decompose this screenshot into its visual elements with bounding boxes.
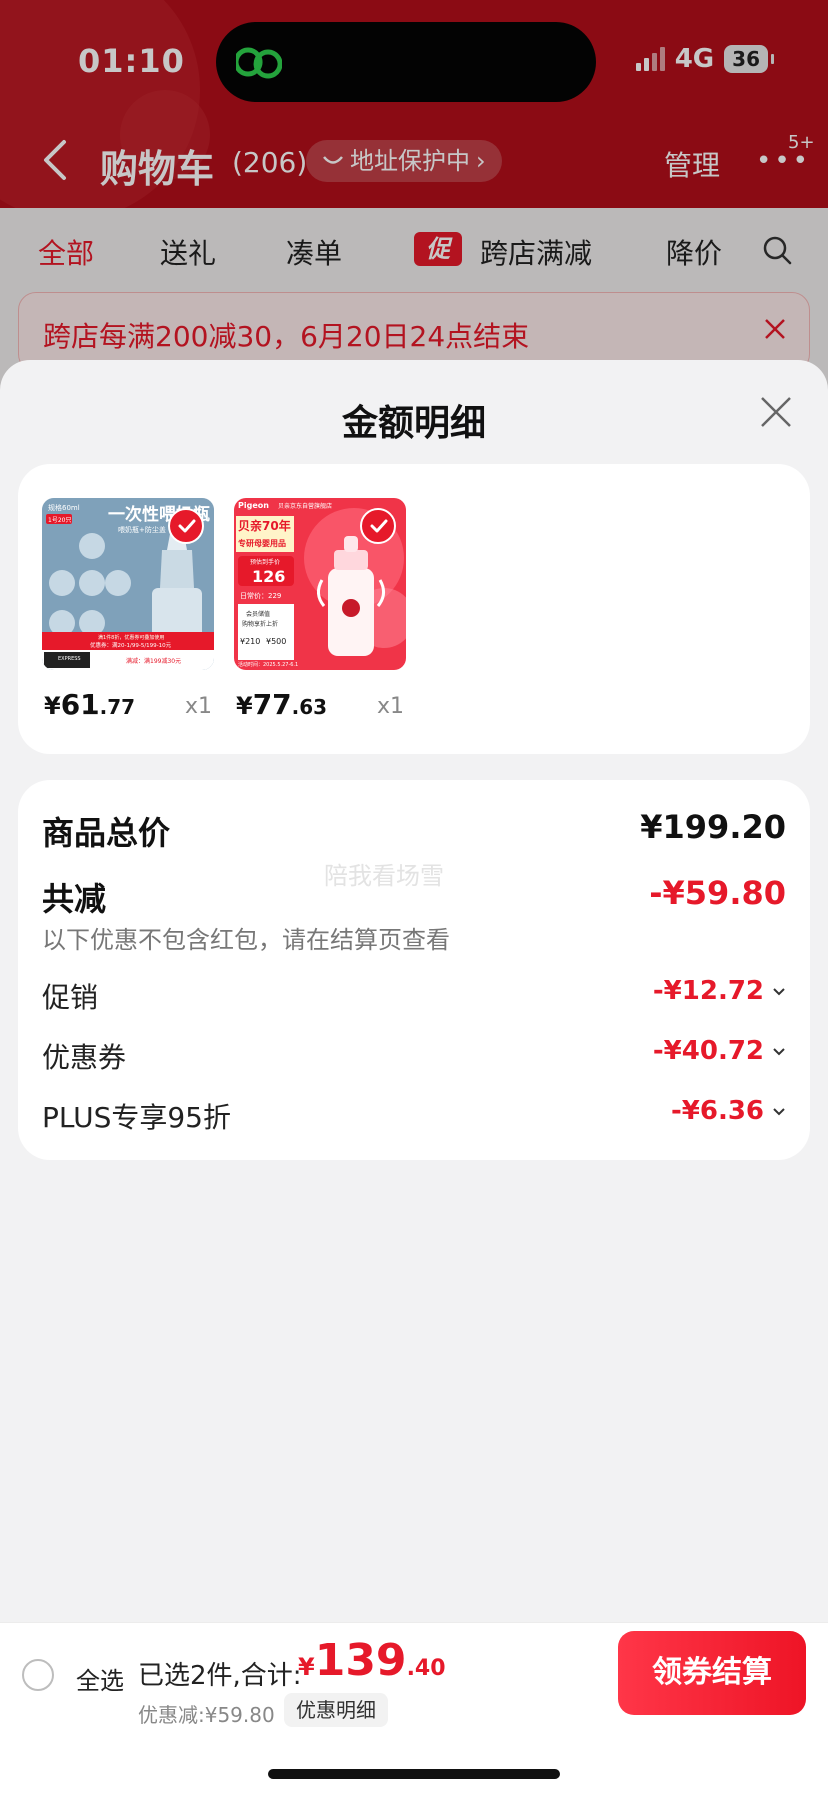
image-text: ¥500 [266, 637, 286, 646]
checkout-button[interactable]: 领券结算 [618, 1631, 806, 1715]
total-amount: ¥139.40 [298, 1635, 446, 1686]
image-promo: 满1件8折，优惠券可叠加使用 [98, 634, 164, 641]
total-decimal: .40 [406, 1656, 446, 1681]
image-text: 规格60ml [48, 503, 80, 512]
total-value: ¥199.20 [640, 808, 786, 846]
chevron-down-icon[interactable] [772, 987, 786, 996]
image-text: 预估到手价 [250, 558, 280, 566]
select-all-checkbox[interactable] [22, 1659, 54, 1691]
discount-label: PLUS专享95折 [42, 1101, 231, 1134]
image-text: 喂奶瓶+防尘盖 [118, 525, 166, 534]
home-indicator[interactable] [268, 1769, 560, 1779]
product-image[interactable]: Pigeon 贝亲京东自营旗舰店 贝亲70年 专研母婴用品 预估到手价 126 … [234, 498, 406, 670]
discount-row-promo[interactable]: 促销 -¥12.72 [42, 976, 786, 1016]
product-item[interactable]: 规格60ml 1号20只 一次性喂奶瓶 喂奶瓶+防尘盖 满1件8折，优惠券可叠加… [42, 498, 214, 721]
image-text: 专研母婴用品 [238, 538, 286, 548]
checkout-bar: 全选 已选2件,合计: ¥139.40 优惠减:¥59.80 优惠明细 领券结算 [0, 1622, 828, 1796]
image-text: 贝亲70年 [238, 518, 291, 533]
price-integer: 61 [60, 688, 100, 721]
chevron-down-icon[interactable] [772, 1107, 786, 1116]
price-symbol: ¥ [236, 692, 253, 720]
image-text: 会员储值 [246, 610, 270, 618]
price-symbol: ¥ [44, 692, 61, 720]
total-label: 商品总价 [42, 814, 171, 852]
discount-summary: 优惠减:¥59.80 [138, 1703, 275, 1727]
image-promo: 优惠券：满20-1/99-5/199-10元 [90, 641, 172, 649]
products-card: 规格60ml 1号20只 一次性喂奶瓶 喂奶瓶+防尘盖 满1件8折，优惠券可叠加… [18, 464, 810, 754]
image-price: 126 [252, 567, 285, 586]
amount-summary-card: 陪我看场雪 商品总价 ¥199.20 共减 -¥59.80 以下优惠不包含红包，… [18, 780, 810, 1160]
overlay-dim[interactable] [0, 0, 828, 420]
selected-count-text: 已选2件,合计: [138, 1661, 302, 1691]
image-promo: 满减：满199减30元 [126, 657, 181, 665]
product-quantity: x1 [184, 694, 212, 719]
discount-amount: -¥12.72 [652, 976, 764, 1006]
amount-detail-sheet: 金额明细 规格60ml 1号20只 一次性喂奶瓶 喂奶瓶+防尘盖 满1件8折，优… [0, 360, 828, 1622]
close-icon[interactable] [760, 396, 792, 428]
discount-amount: -¥6.36 [670, 1096, 764, 1126]
discount-label: 优惠券 [42, 1041, 127, 1074]
image-text: 活动时间：2025.5.27-6.1 [238, 661, 298, 668]
image-text: 贝亲京东自营旗舰店 [278, 502, 332, 510]
discount-value: -¥12.72 [653, 976, 786, 1006]
price-decimal: .63 [291, 695, 328, 719]
product-quantity: x1 [376, 694, 404, 719]
selected-check-icon[interactable] [360, 508, 396, 544]
discount-detail-button[interactable]: 优惠明细 [284, 1693, 388, 1727]
image-text: 日常价：229 [240, 591, 281, 600]
image-text: 购物享折上折 [242, 620, 278, 628]
selected-check-icon[interactable] [168, 508, 204, 544]
total-integer: 139 [314, 1635, 407, 1686]
image-brand: Pigeon [238, 501, 269, 510]
product-image[interactable]: 规格60ml 1号20只 一次性喂奶瓶 喂奶瓶+防尘盖 满1件8折，优惠券可叠加… [42, 498, 214, 670]
discount-label: 促销 [42, 981, 99, 1014]
discount-value: -¥6.36 [671, 1096, 786, 1126]
product-item[interactable]: Pigeon 贝亲京东自营旗舰店 贝亲70年 专研母婴用品 预估到手价 126 … [234, 498, 406, 721]
hint-row: 以下优惠不包含红包，请在结算页查看 [42, 920, 786, 954]
reduce-label: 共减 [42, 880, 107, 918]
discount-hint: 以下优惠不包含红包，请在结算页查看 [42, 926, 450, 954]
reduce-row: 共减 -¥59.80 [42, 874, 786, 918]
chevron-down-icon[interactable] [772, 1047, 786, 1056]
image-text: EXPRESS [58, 656, 81, 662]
price-decimal: .77 [99, 695, 136, 719]
product-price: ¥77.63 [236, 688, 327, 721]
sheet-title: 金额明细 [341, 403, 486, 444]
discount-row-plus[interactable]: PLUS专享95折 -¥6.36 [42, 1096, 786, 1136]
discount-value: -¥40.72 [653, 1036, 786, 1066]
image-text: ¥210 [240, 637, 260, 646]
total-symbol: ¥ [298, 1653, 315, 1681]
price-integer: 77 [252, 688, 292, 721]
discount-amount: -¥40.72 [652, 1036, 764, 1066]
reduce-value: -¥59.80 [649, 874, 786, 912]
total-row: 商品总价 ¥199.20 [42, 808, 786, 852]
product-price: ¥61.77 [44, 688, 135, 721]
image-text: 1号20只 [48, 517, 71, 524]
select-all-label[interactable]: 全选 [76, 1661, 124, 1696]
discount-row-coupon[interactable]: 优惠券 -¥40.72 [42, 1036, 786, 1076]
